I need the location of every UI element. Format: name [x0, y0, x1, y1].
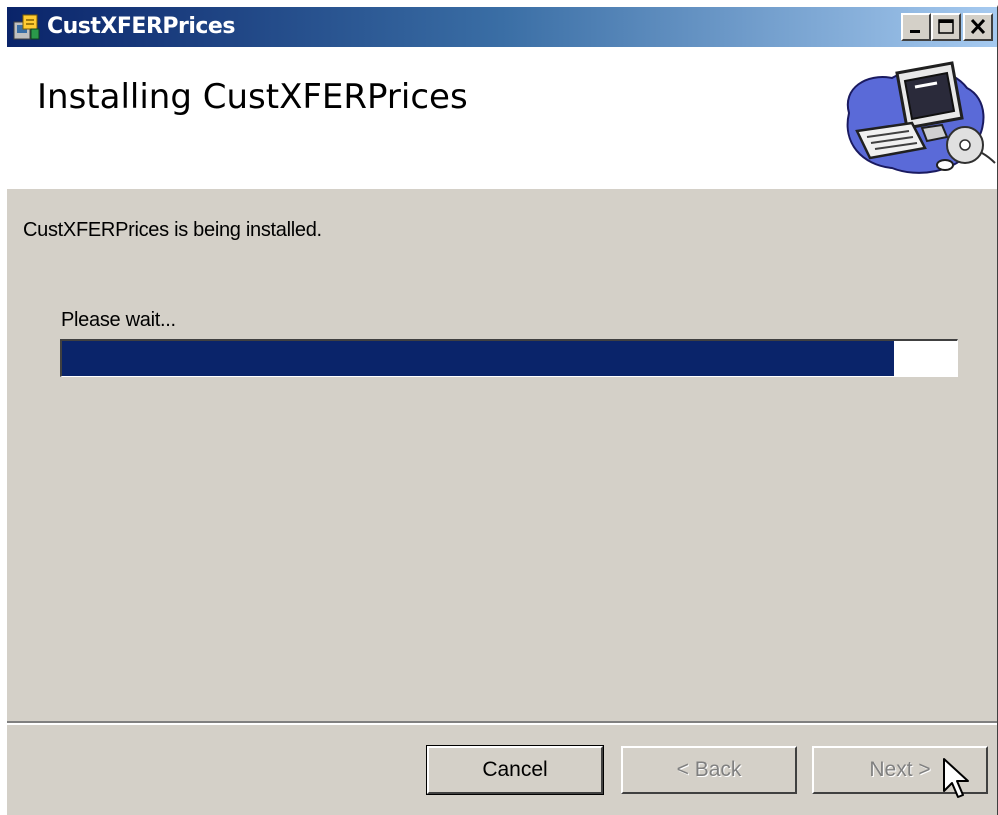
install-status-text: CustXFERPrices is being installed.	[23, 219, 322, 241]
install-progress-bar	[60, 339, 958, 377]
close-icon	[970, 18, 986, 35]
please-wait-label: Please wait...	[61, 309, 176, 331]
installer-app-icon	[11, 12, 41, 42]
footer-separator	[7, 721, 997, 725]
maximize-button[interactable]	[931, 13, 961, 41]
mouse-cursor-icon	[942, 757, 972, 805]
installer-window: CustXFERPrices Installing CustXFERPrices	[5, 5, 998, 815]
progress-fill	[62, 341, 895, 376]
minimize-button[interactable]	[901, 13, 931, 41]
minimize-icon	[910, 30, 920, 33]
window-title: CustXFERPrices	[47, 14, 235, 39]
header-separator	[7, 187, 997, 189]
computer-installer-icon	[837, 53, 997, 181]
cancel-button[interactable]: Cancel	[426, 745, 604, 795]
maximize-icon	[938, 19, 954, 34]
header-banner: Installing CustXFERPrices	[7, 47, 997, 189]
title-bar[interactable]: CustXFERPrices	[7, 7, 997, 47]
close-button[interactable]	[963, 13, 993, 41]
back-button[interactable]: < Back	[621, 746, 797, 794]
page-title: Installing CustXFERPrices	[37, 77, 468, 117]
